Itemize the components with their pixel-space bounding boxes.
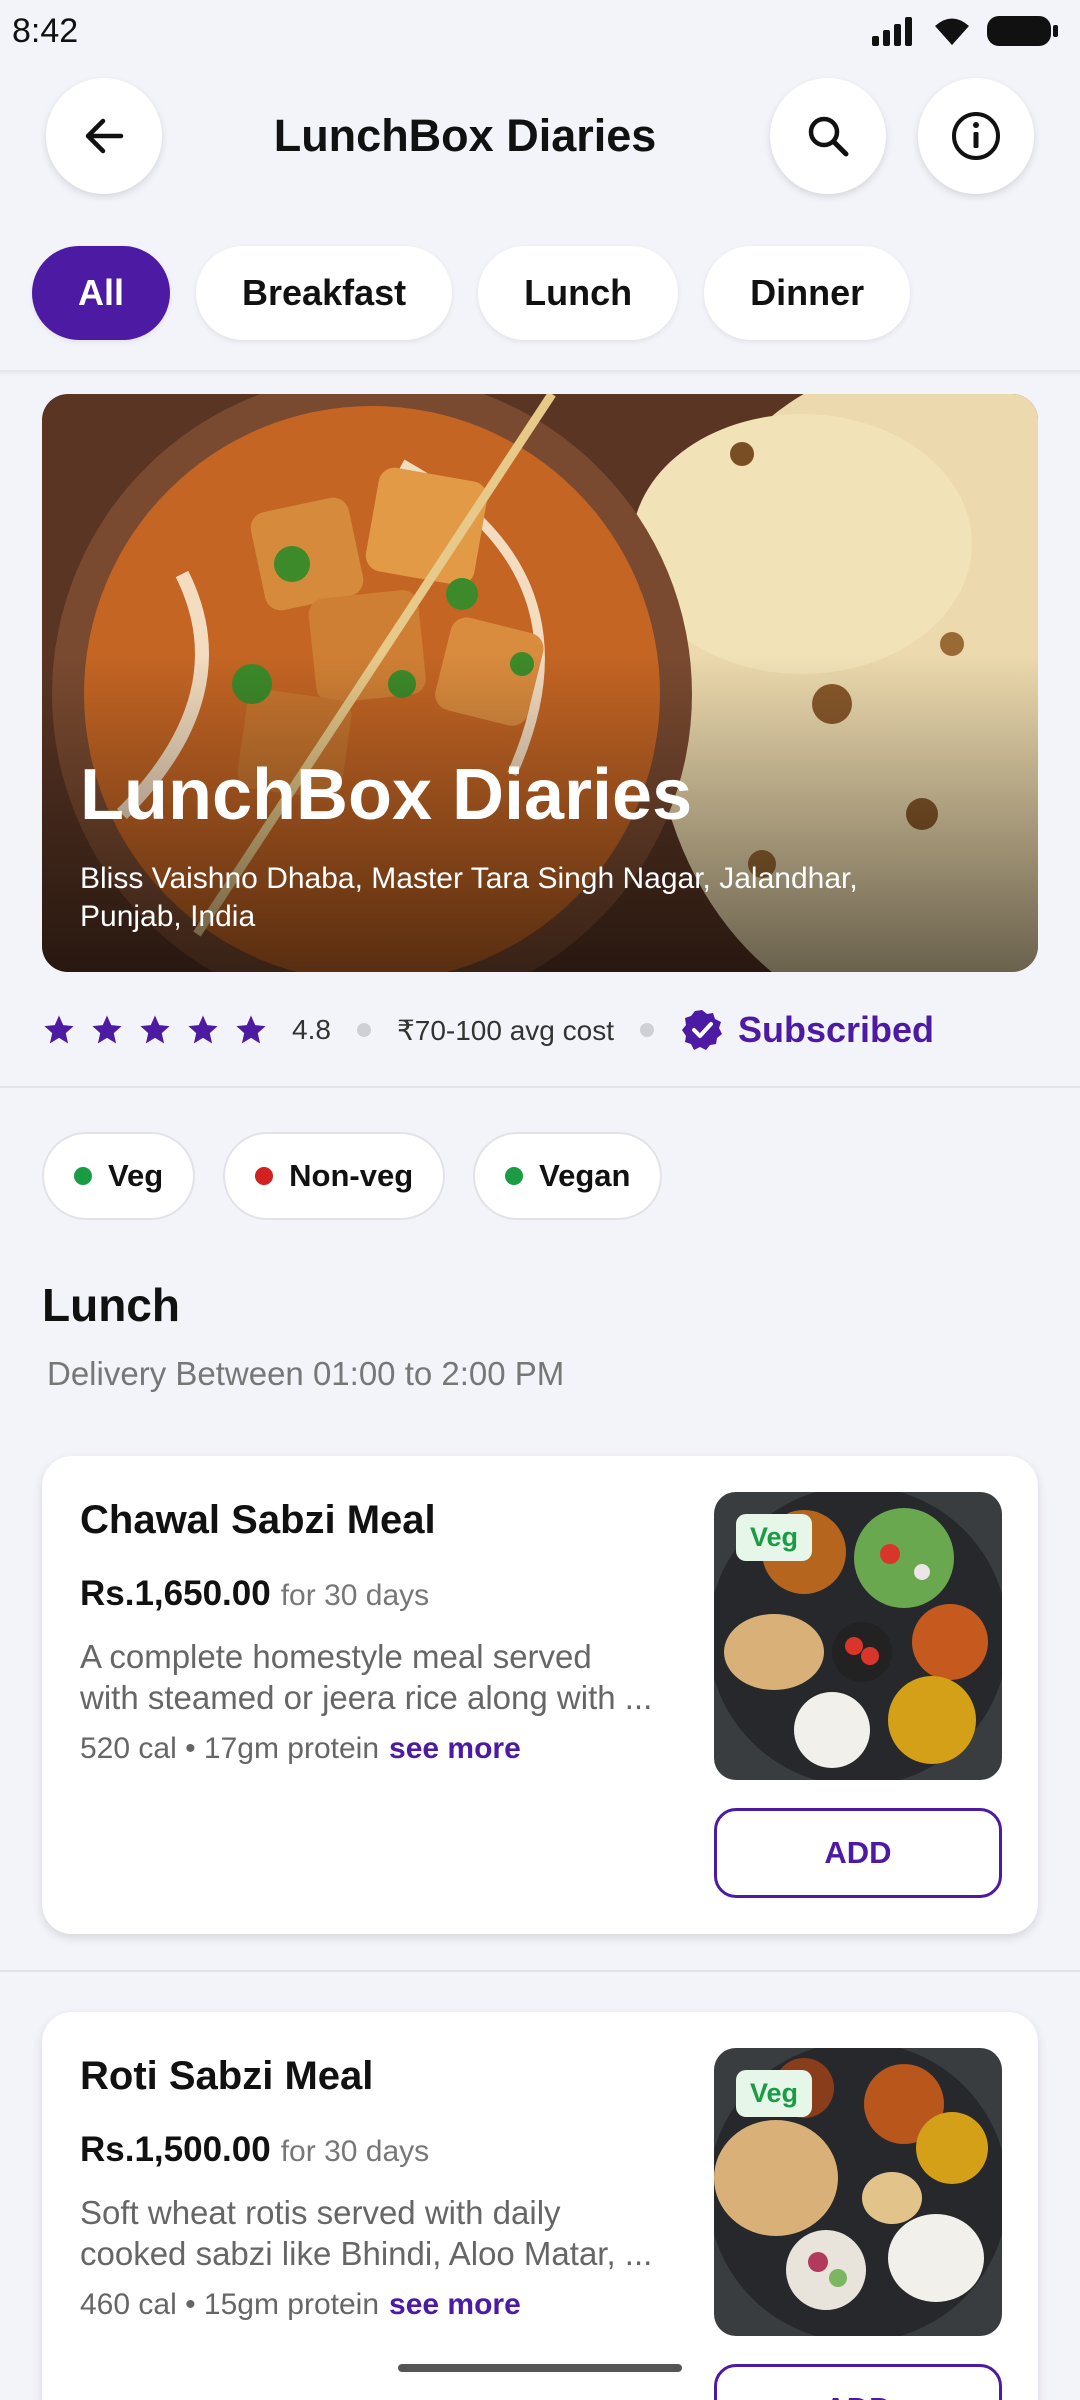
meal-period-tabs: All Breakfast Lunch Dinner	[32, 246, 911, 340]
star-icon	[236, 1015, 266, 1044]
tab-all[interactable]: All	[32, 246, 171, 340]
avg-cost: ₹70-100 avg cost	[396, 1014, 614, 1046]
veg-tag: Veg	[736, 1514, 813, 1561]
meal-price: Rs.1,650.00	[80, 1574, 271, 1613]
info-icon	[952, 112, 1000, 160]
signal-icon	[872, 17, 912, 46]
verified-badge-icon	[682, 1010, 722, 1050]
status-time: 8:42	[12, 11, 79, 50]
star-icon	[188, 1015, 218, 1044]
meal-description: Soft wheat rotis served with daily cooke…	[80, 2192, 690, 2274]
search-button[interactable]	[770, 78, 886, 194]
separator-dot	[356, 1023, 371, 1037]
meal-description-line: cooked sabzi like Bhindi, Aloo Matar, ..…	[80, 2235, 653, 2272]
meal-name: Chawal Sabzi Meal	[80, 1498, 436, 1542]
meal-card[interactable]: Roti Sabzi Meal Rs.1,500.00 for 30 days …	[42, 2012, 1038, 2400]
meal-nutrition: 520 cal • 17gm protein see more	[80, 1732, 521, 1766]
meal-price: Rs.1,500.00	[80, 2130, 271, 2169]
filter-label: Vegan	[539, 1158, 631, 1193]
section-title: Lunch	[42, 1279, 180, 1331]
veg-tag: Veg	[736, 2070, 813, 2117]
vegan-dot-icon	[505, 1167, 524, 1185]
non-veg-dot-icon	[255, 1167, 274, 1185]
meal-name: Roti Sabzi Meal	[80, 2054, 374, 2098]
filter-non-veg[interactable]: Non-veg	[223, 1132, 446, 1220]
delivery-window: Delivery Between 01:00 to 2:00 PM	[47, 1355, 565, 1392]
add-button[interactable]: ADD	[714, 1808, 1002, 1898]
meal-price-row: Rs.1,650.00 for 30 days	[80, 1574, 429, 1614]
separator-dot	[640, 1023, 654, 1037]
header-divider	[0, 370, 1080, 376]
page-title: LunchBox Diaries	[273, 110, 657, 161]
meal-image: Veg	[714, 2048, 1002, 2336]
info-button[interactable]	[918, 78, 1034, 194]
filter-vegan[interactable]: Vegan	[473, 1132, 663, 1220]
meal-description-line: with steamed or jeera rice along with ..…	[80, 1679, 653, 1716]
tab-breakfast[interactable]: Breakfast	[196, 246, 453, 340]
nutrition-info: 460 cal • 15gm protein	[80, 2288, 380, 2321]
meal-card[interactable]: Chawal Sabzi Meal Rs.1,650.00 for 30 day…	[42, 1456, 1038, 1934]
subscribed-label: Subscribed	[738, 1009, 935, 1050]
status-bar: 8:42	[0, 0, 1080, 62]
see-more-link[interactable]: see more	[389, 2288, 521, 2322]
filter-veg[interactable]: Veg	[42, 1132, 196, 1220]
rating-value: 4.8	[292, 1014, 331, 1045]
search-icon	[808, 116, 849, 157]
filter-label: Veg	[108, 1158, 164, 1193]
section-divider	[0, 1086, 1080, 1088]
add-button[interactable]: ADD	[714, 2364, 1002, 2400]
card-divider	[0, 1970, 1080, 1972]
nutrition-info: 520 cal • 17gm protein	[80, 1732, 380, 1765]
filter-label: Non-veg	[289, 1158, 414, 1193]
see-more-link[interactable]: see more	[389, 1732, 521, 1766]
star-icon	[92, 1015, 122, 1044]
meal-nutrition: 460 cal • 15gm protein see more	[80, 2288, 521, 2322]
hero-address: Bliss Vaishno Dhaba, Master Tara Singh N…	[80, 862, 858, 933]
star-icon	[140, 1015, 170, 1044]
status-icons	[870, 14, 1060, 48]
meal-image: Veg	[714, 1492, 1002, 1780]
tab-lunch[interactable]: Lunch	[478, 246, 679, 340]
hero-banner: LunchBox Diaries Bliss Vaishno Dhaba, Ma…	[42, 394, 1038, 972]
meal-period: for 30 days	[280, 1579, 430, 1612]
arrow-left-icon	[85, 118, 124, 154]
meal-description-line: A complete homestyle meal served	[80, 1638, 592, 1675]
hero-title: LunchBox Diaries	[80, 755, 693, 835]
veg-dot-icon	[74, 1167, 92, 1185]
meal-price-row: Rs.1,500.00 for 30 days	[80, 2130, 429, 2170]
subscribed-badge: Subscribed	[680, 1008, 934, 1052]
diet-filters: Veg Non-veg Vegan	[42, 1132, 663, 1220]
home-indicator[interactable]	[398, 2364, 682, 2372]
meal-description-line: Soft wheat rotis served with daily	[80, 2194, 561, 2231]
back-button[interactable]	[46, 78, 162, 194]
meal-period: for 30 days	[280, 2135, 430, 2168]
meal-description: A complete homestyle meal served with st…	[80, 1636, 690, 1718]
top-app-bar: LunchBox Diaries	[0, 78, 1080, 194]
tab-dinner[interactable]: Dinner	[704, 246, 911, 340]
battery-icon	[987, 16, 1058, 46]
restaurant-meta-row: 4.8 ₹70-100 avg cost Subscribed	[42, 1002, 1042, 1058]
wifi-icon	[935, 18, 969, 45]
star-icon	[44, 1015, 74, 1044]
rating-stars	[42, 1013, 268, 1047]
